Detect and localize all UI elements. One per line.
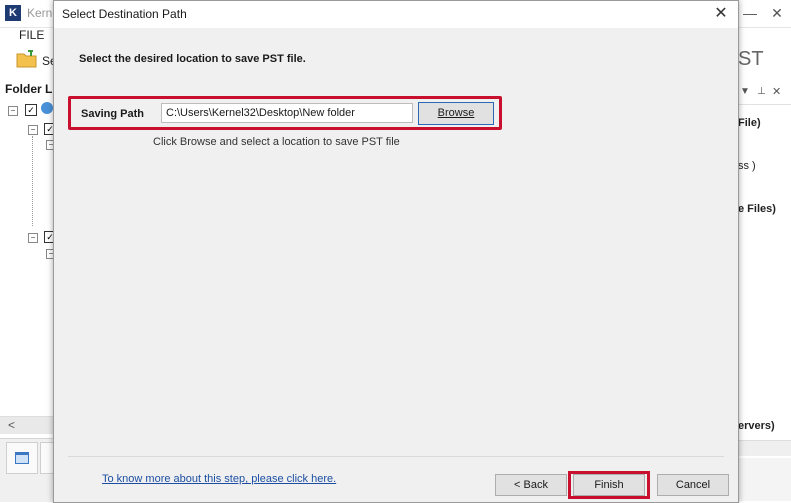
menu-file[interactable]: FILE xyxy=(19,28,44,42)
saving-path-label: Saving Path xyxy=(81,108,144,120)
dropdown-icon[interactable]: ▼ xyxy=(740,86,750,97)
panel-button[interactable] xyxy=(40,442,54,474)
right-bottom-panel xyxy=(738,458,791,501)
right-line-1: File) xyxy=(738,117,761,129)
select-destination-dialog: Select Destination Path ✕ Select the des… xyxy=(53,0,739,503)
right-line-3: e Files) xyxy=(738,203,776,215)
browse-button[interactable]: Browse xyxy=(418,102,494,125)
mailbox-icon xyxy=(41,102,53,114)
browse-button-label: Browse xyxy=(437,107,475,119)
right-pane-header: ▼ ⊥ ✕ xyxy=(738,84,791,105)
finish-button[interactable]: Finish xyxy=(573,474,645,496)
path-hint: Click Browse and select a location to sa… xyxy=(153,136,400,148)
pin-icon[interactable]: ⊥ xyxy=(757,86,766,97)
close-app-button[interactable]: ✕ xyxy=(767,4,787,22)
folder-tree: − ✓ − ✓ − − ✓ − xyxy=(8,102,56,272)
right-scrollbar[interactable] xyxy=(738,440,791,456)
divider xyxy=(68,456,724,457)
scroll-left-icon[interactable]: < xyxy=(8,418,15,432)
tree-line xyxy=(32,136,33,226)
dialog-title: Select Destination Path xyxy=(62,7,187,21)
collapse-icon[interactable]: − xyxy=(8,106,18,116)
folder-icon[interactable] xyxy=(16,50,38,68)
horizontal-scrollbar[interactable]: < xyxy=(0,416,54,434)
collapse-icon[interactable]: − xyxy=(28,233,38,243)
minimize-button[interactable]: — xyxy=(740,4,760,22)
k-logo-icon: K xyxy=(5,5,21,21)
back-button[interactable]: < Back xyxy=(495,474,567,496)
right-line-4: ervers) xyxy=(738,420,775,432)
collapse-icon[interactable]: − xyxy=(28,125,38,135)
cancel-button[interactable]: Cancel xyxy=(657,474,729,496)
checkbox-icon[interactable]: ✓ xyxy=(25,104,37,116)
instruction-text: Select the desired location to save PST … xyxy=(79,53,306,65)
calendar-icon[interactable] xyxy=(6,442,38,474)
finish-highlight: Finish xyxy=(568,471,650,499)
saving-path-group: Saving Path Browse xyxy=(68,96,502,130)
help-link[interactable]: To know more about this step, please cli… xyxy=(102,473,336,485)
right-pane-title: ST xyxy=(738,48,764,70)
saving-path-input[interactable] xyxy=(161,103,413,123)
close-icon[interactable]: ✕ xyxy=(711,4,731,24)
dialog-title-bar: Select Destination Path ✕ xyxy=(54,1,738,28)
right-line-2: ss ) xyxy=(738,160,756,172)
close-pane-icon[interactable]: ✕ xyxy=(772,85,781,98)
